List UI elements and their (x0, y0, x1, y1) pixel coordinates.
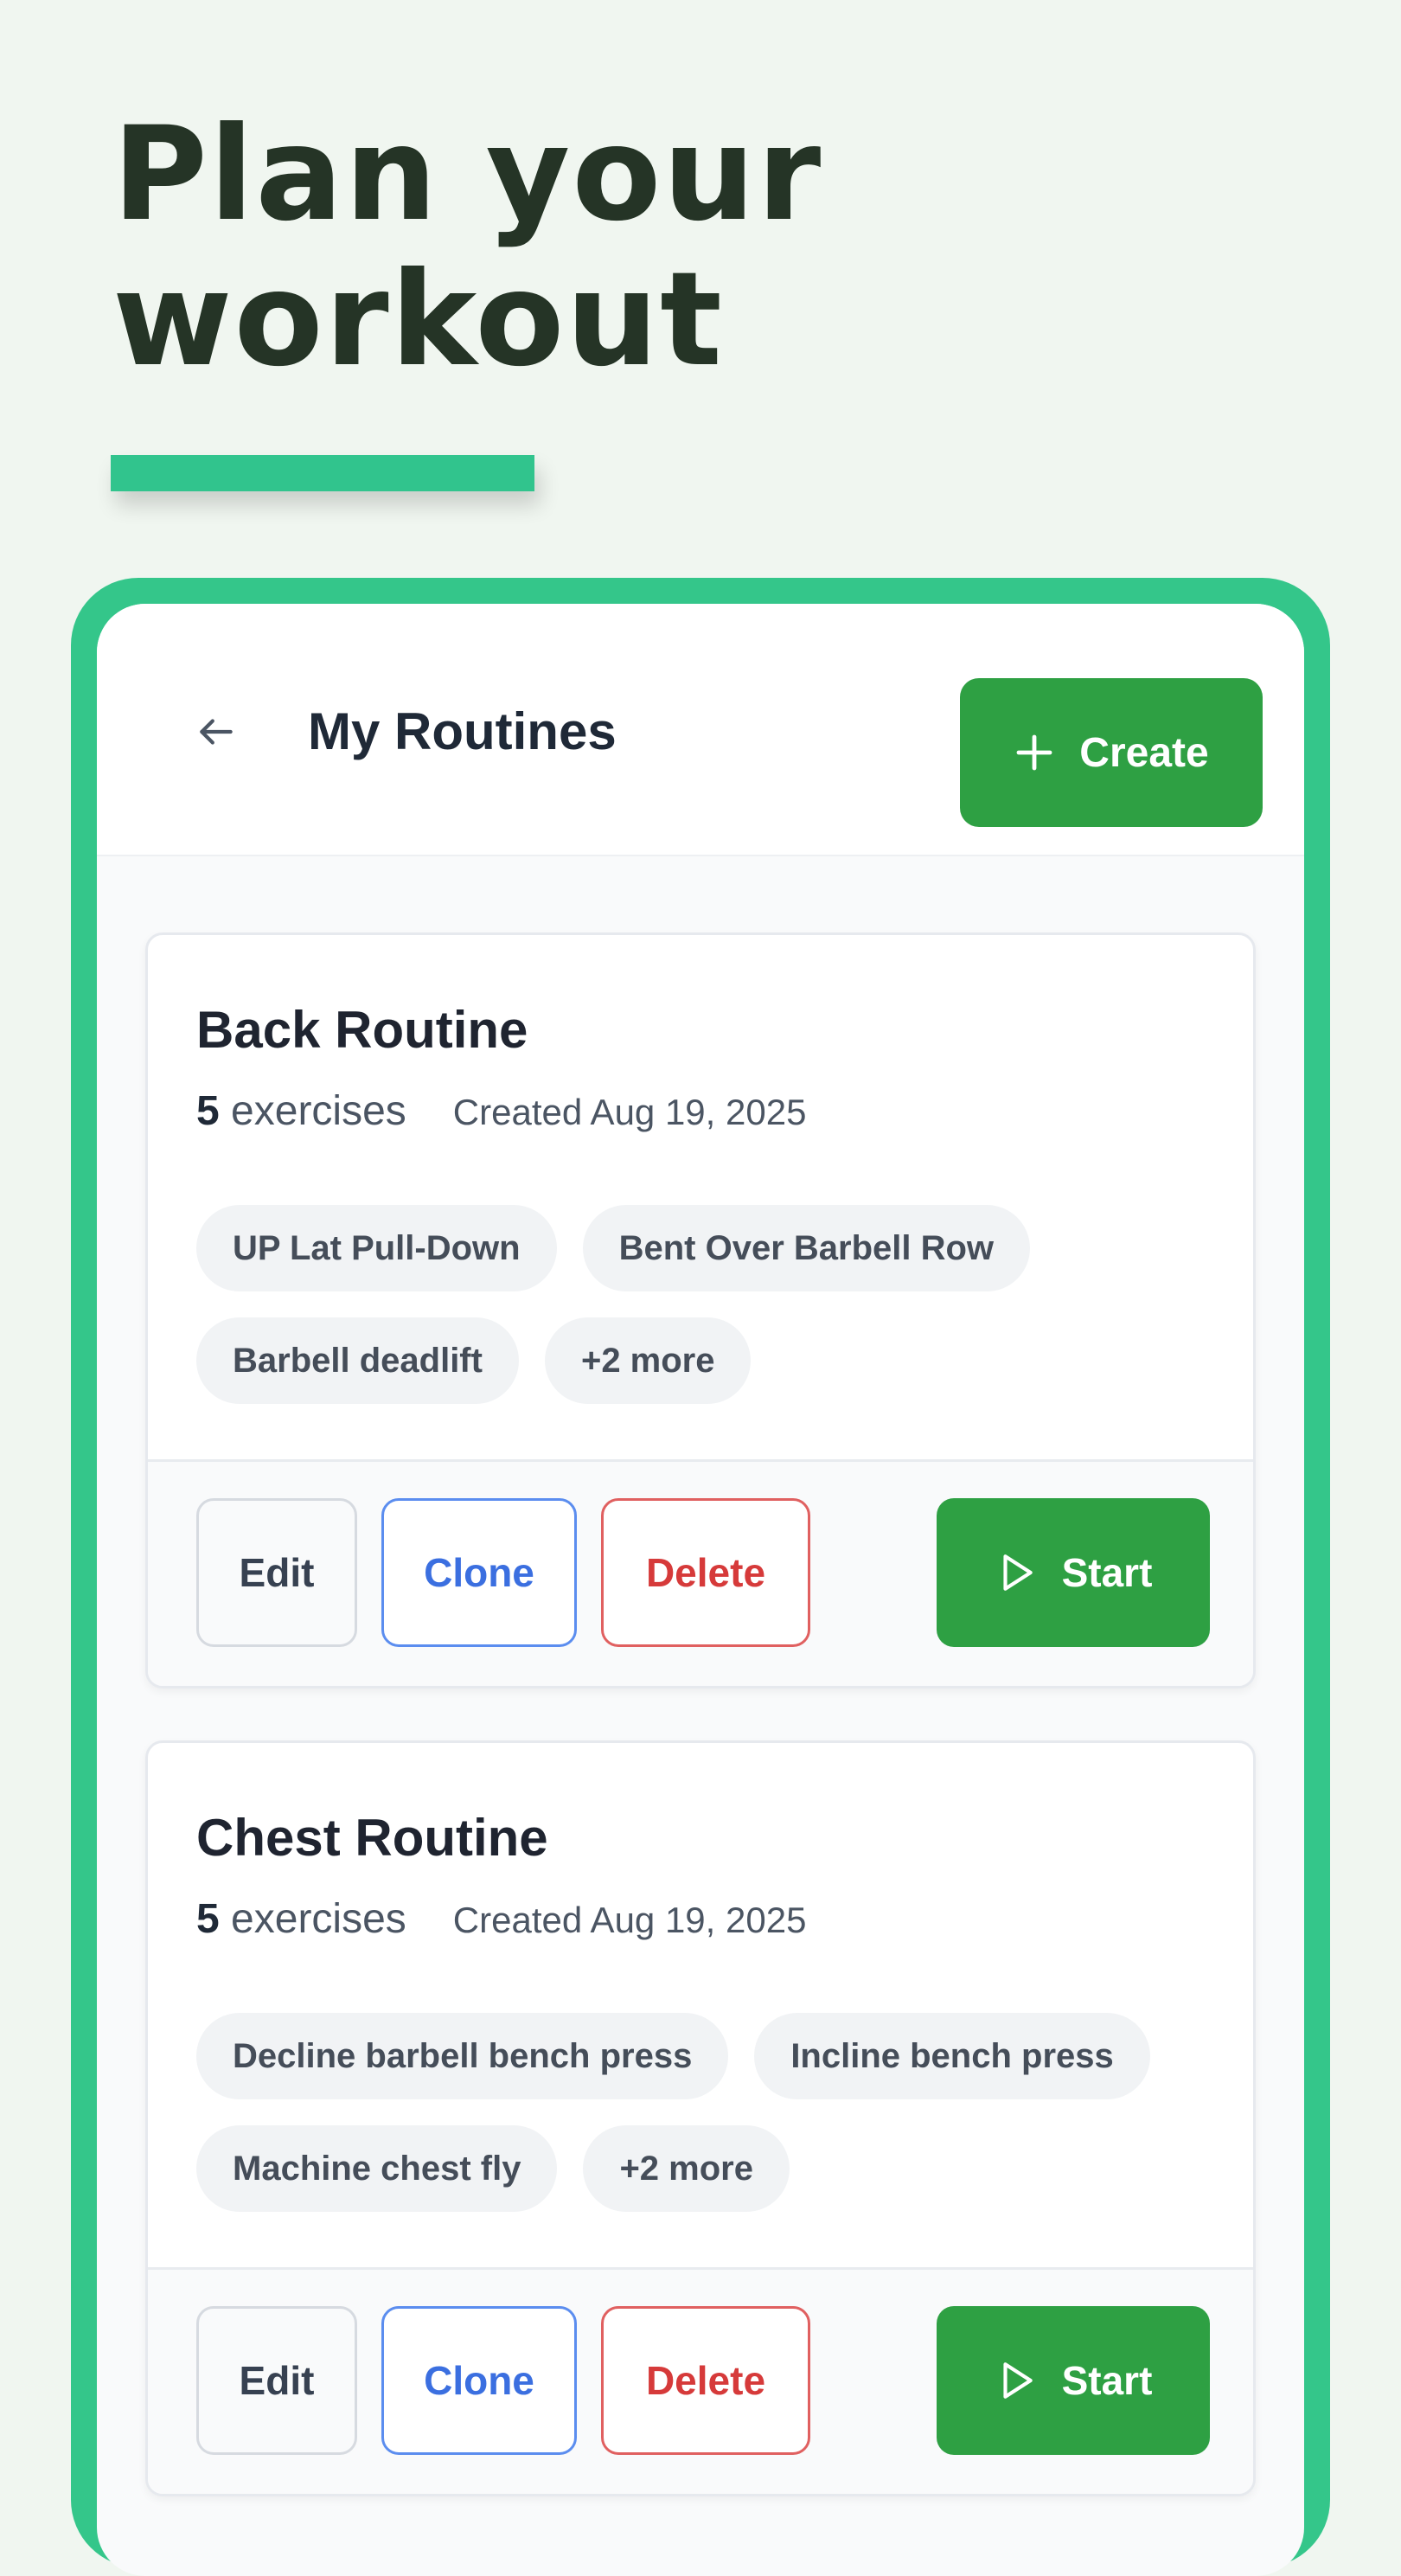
arrow-left-icon (200, 719, 233, 745)
edit-button[interactable]: Edit (196, 1498, 357, 1647)
play-icon (1003, 2362, 1033, 2399)
card-actions: Edit Clone Delete Start (148, 2267, 1253, 2494)
exercise-tag: Incline bench press (754, 2013, 1150, 2099)
exercise-tag: Machine chest fly (196, 2125, 558, 2212)
create-button-label: Create (1079, 729, 1209, 776)
exercise-tag: UP Lat Pull-Down (196, 1205, 557, 1291)
routine-name: Chest Routine (196, 1809, 548, 1867)
back-button[interactable] (183, 699, 249, 765)
more-tag: +2 more (583, 2125, 790, 2212)
start-button[interactable]: Start (937, 1498, 1210, 1647)
top-app-bar: My Routines Create (97, 604, 1304, 856)
exercise-tag: Barbell deadlift (196, 1317, 519, 1404)
routine-meta: 5 exercises Created Aug 19, 2025 (196, 1895, 806, 1943)
start-button-label: Start (1061, 1550, 1153, 1595)
clone-button[interactable]: Clone (381, 1498, 577, 1647)
edit-button[interactable]: Edit (196, 2306, 357, 2455)
start-button[interactable]: Start (937, 2306, 1210, 2455)
create-routine-button[interactable]: Create (960, 678, 1263, 827)
delete-button[interactable]: Delete (601, 1498, 810, 1647)
more-tag: +2 more (544, 1317, 752, 1404)
exercise-count: 5 exercises (196, 1088, 406, 1134)
headline: Plan your workout (112, 102, 1064, 393)
exercise-tag: Bent Over Barbell Row (582, 1205, 1031, 1291)
start-button-label: Start (1061, 2358, 1153, 2403)
card-actions: Edit Clone Delete Start (148, 1459, 1253, 1686)
exercise-count-number: 5 (196, 1896, 220, 1942)
headline-line-1: Plan your (112, 99, 823, 250)
created-date: Created Aug 19, 2025 (452, 1900, 807, 1940)
page-title: My Routines (308, 702, 617, 760)
exercise-count-word: exercises (231, 1088, 406, 1134)
phone-frame: My Routines Create Back Routine 5 exerci… (71, 578, 1330, 2576)
exercise-count-word: exercises (231, 1896, 406, 1942)
app-screen: My Routines Create Back Routine 5 exerci… (97, 604, 1304, 2576)
plus-icon (1016, 734, 1052, 771)
play-icon (1003, 1554, 1033, 1591)
clone-button[interactable]: Clone (381, 2306, 577, 2455)
exercise-count-number: 5 (196, 1088, 220, 1134)
exercise-count: 5 exercises (196, 1896, 406, 1942)
exercise-tag: Decline barbell bench press (196, 2013, 729, 2099)
exercise-tags: Decline barbell bench press Incline benc… (196, 2013, 1217, 2212)
delete-button[interactable]: Delete (601, 2306, 810, 2455)
routine-name: Back Routine (196, 1001, 528, 1059)
routine-card: Back Routine 5 exercises Created Aug 19, … (145, 932, 1256, 1688)
created-date: Created Aug 19, 2025 (452, 1092, 807, 1132)
exercise-tags: UP Lat Pull-Down Bent Over Barbell Row B… (196, 1205, 1217, 1404)
routine-meta: 5 exercises Created Aug 19, 2025 (196, 1087, 806, 1135)
accent-underline (111, 455, 534, 491)
headline-line-2: workout (112, 245, 724, 395)
routine-card: Chest Routine 5 exercises Created Aug 19,… (145, 1740, 1256, 2496)
